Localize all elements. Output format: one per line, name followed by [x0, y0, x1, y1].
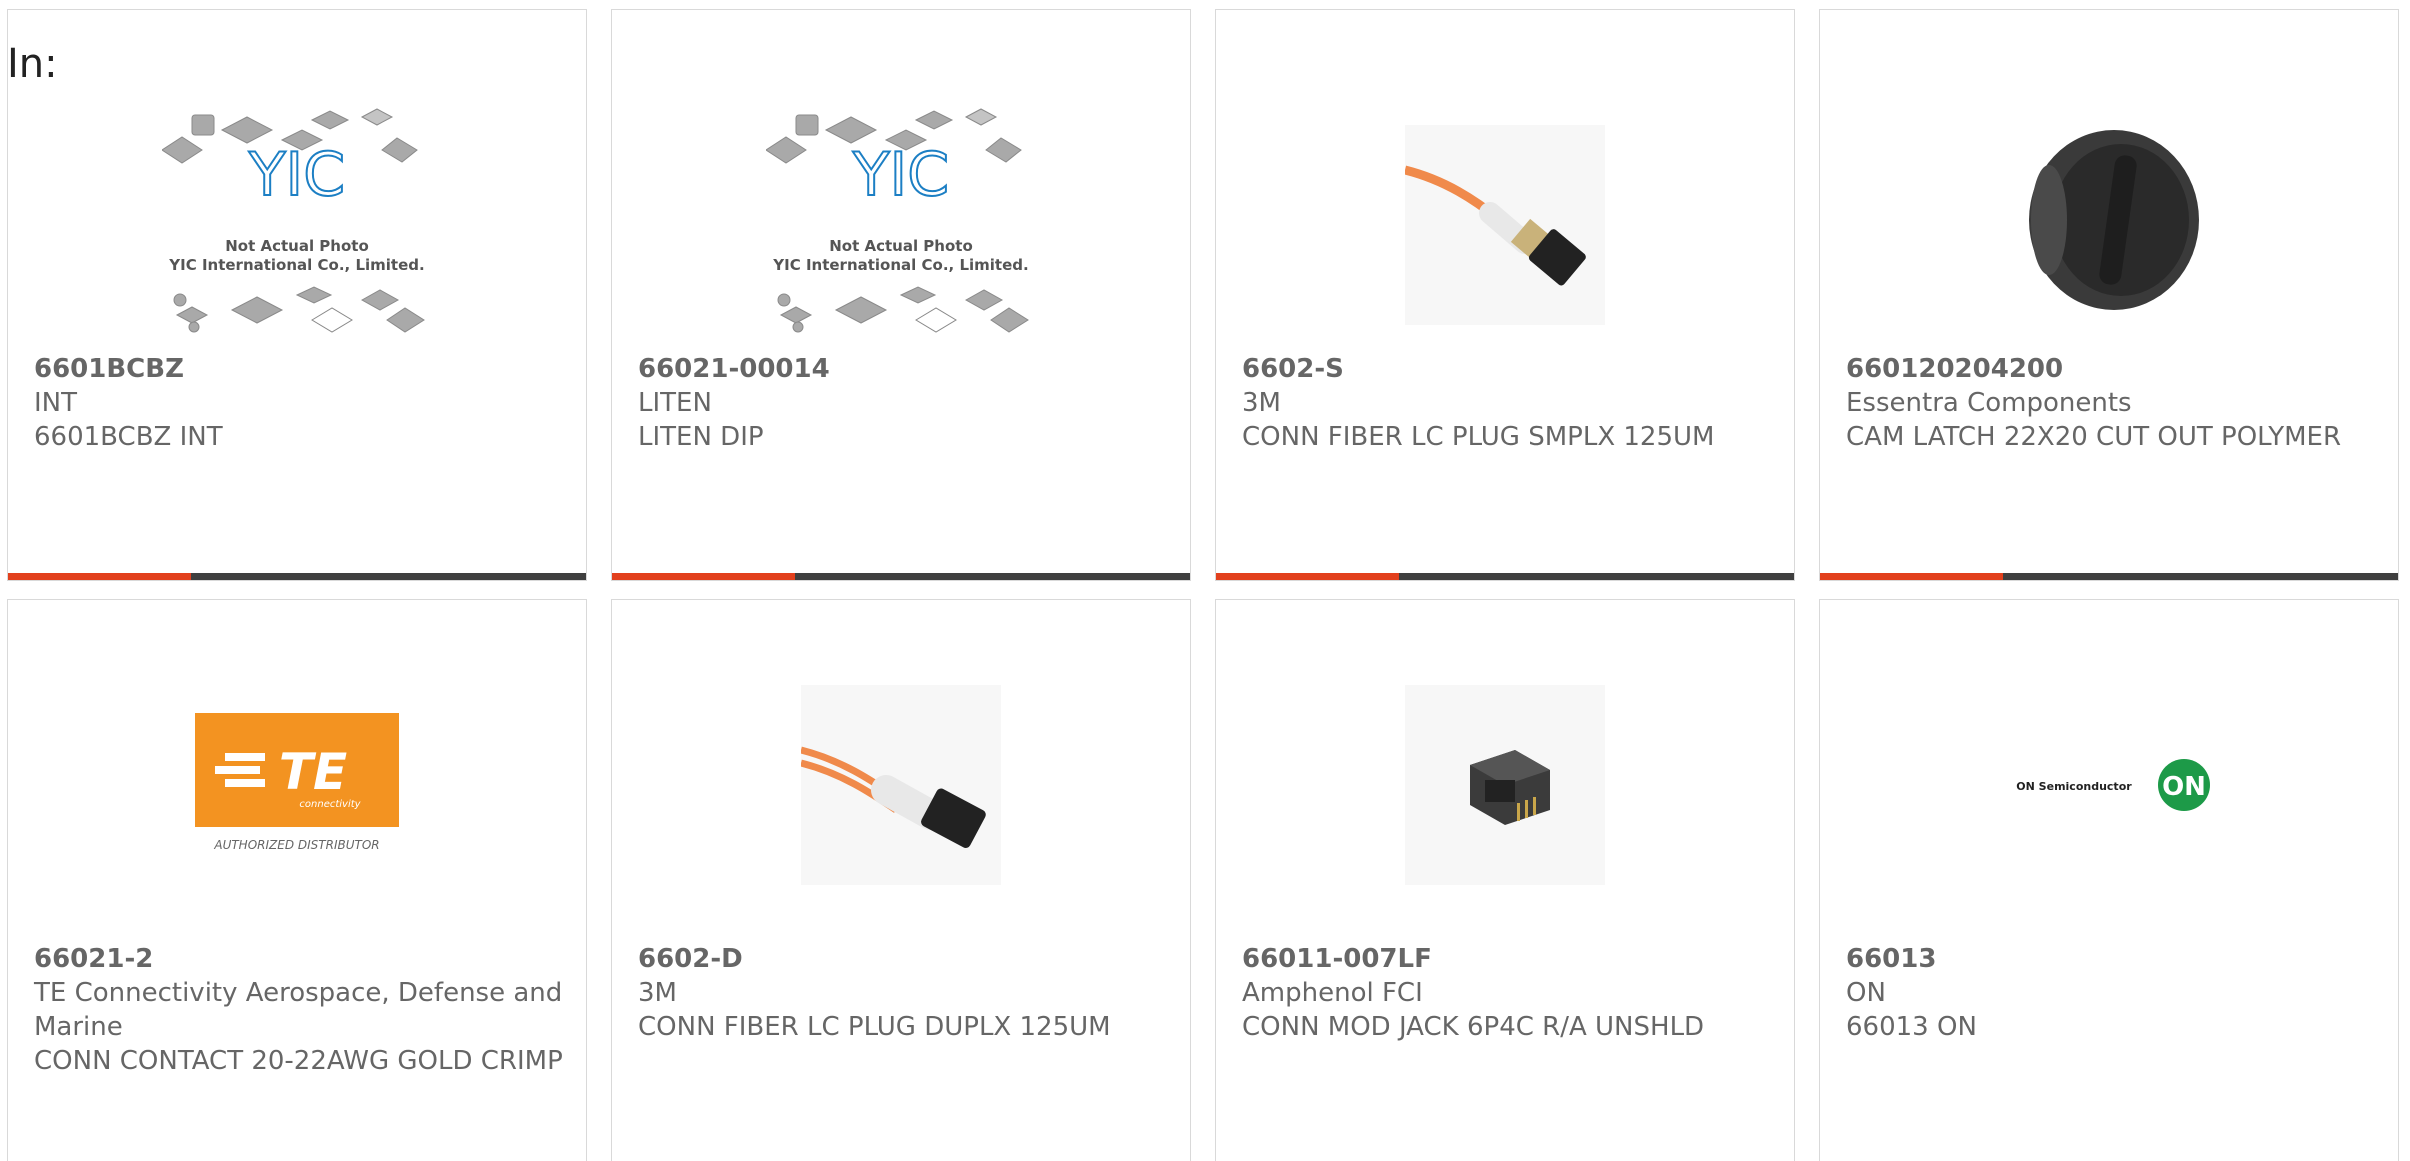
- product-info: 66013 ON 66013 ON: [1846, 942, 2376, 1044]
- description: CAM LATCH 22X20 CUT OUT POLYMER: [1846, 422, 2342, 452]
- product-card[interactable]: YIC Not Actual Photo YIC International C…: [611, 9, 1191, 581]
- part-number-link[interactable]: 66013: [1846, 942, 2376, 976]
- cam-latch-image: [2029, 130, 2199, 310]
- product-card[interactable]: YIC Not Actual Photo YIC International C…: [7, 9, 587, 581]
- svg-text:Not Actual Photo: Not Actual Photo: [225, 237, 369, 255]
- part-number-link[interactable]: 660120204200: [1846, 352, 2376, 386]
- part-number-link[interactable]: 66021-00014: [638, 352, 1168, 386]
- product-grid-page: YIC Not Actual Photo YIC International C…: [0, 0, 2410, 1161]
- svg-text:YIC International Co., Limited: YIC International Co., Limited.: [168, 256, 424, 274]
- product-image[interactable]: YIC Not Actual Photo YIC International C…: [8, 90, 586, 360]
- description: CONN MOD JACK 6P4C R/A UNSHLD: [1242, 1012, 1705, 1042]
- description: 66013 ON: [1846, 1012, 1977, 1042]
- svg-text:YIC: YIC: [248, 140, 345, 210]
- product-card[interactable]: 660120204200 Essentra Components CAM LAT…: [1819, 9, 2399, 581]
- svg-text:YIC: YIC: [852, 140, 949, 210]
- manufacturer: INT: [34, 388, 77, 418]
- accent-bar: [1216, 573, 1399, 580]
- description: CONN CONTACT 20-22AWG GOLD CRIMP: [34, 1046, 563, 1076]
- card-footer-bar: [8, 573, 586, 580]
- fiber-lc-duplex-image: [801, 685, 1001, 885]
- part-number-link[interactable]: 66011-007LF: [1242, 942, 1772, 976]
- manufacturer: ON: [1846, 978, 1886, 1008]
- part-number-link[interactable]: 6602-D: [638, 942, 1168, 976]
- product-card[interactable]: ON Semiconductor ON 66013 ON 66013 ON: [1819, 599, 2399, 1161]
- product-image[interactable]: TE connectivity AUTHORIZED DISTRIBUTOR: [8, 650, 586, 920]
- svg-text:connectivity: connectivity: [299, 799, 361, 810]
- product-info: 66021-00014 LITEN LITEN DIP: [638, 352, 1168, 454]
- te-logo-image: TE connectivity AUTHORIZED DISTRIBUTOR: [195, 713, 399, 852]
- accent-bar: [8, 573, 191, 580]
- svg-text:Not Actual Photo: Not Actual Photo: [829, 237, 973, 255]
- card-footer-bar: [1820, 573, 2398, 580]
- description: LITEN DIP: [638, 422, 764, 452]
- card-footer-bar: [1216, 573, 1794, 580]
- yic-placeholder-image: YIC Not Actual Photo YIC International C…: [766, 108, 1029, 333]
- svg-text:ON: ON: [2162, 772, 2206, 802]
- product-grid-row-2: TE connectivity AUTHORIZED DISTRIBUTOR 6…: [7, 599, 2399, 1161]
- product-image[interactable]: YIC Not Actual Photo YIC International C…: [612, 90, 1190, 360]
- part-number-link[interactable]: 6601BCBZ: [34, 352, 564, 386]
- product-image[interactable]: [1216, 650, 1794, 920]
- card-footer-bar: [612, 573, 1190, 580]
- manufacturer: TE Connectivity Aerospace, Defense and M…: [34, 978, 563, 1042]
- accent-bar: [1820, 573, 2003, 580]
- product-image[interactable]: [1820, 90, 2398, 360]
- svg-text:ON Semiconductor: ON Semiconductor: [2016, 780, 2132, 793]
- filter-in-label: In:: [7, 41, 58, 87]
- manufacturer: Amphenol FCI: [1242, 978, 1423, 1008]
- svg-text:YIC International Co., Limited: YIC International Co., Limited.: [772, 256, 1028, 274]
- product-grid: YIC Not Actual Photo YIC International C…: [7, 9, 2399, 581]
- product-info: 6602-S 3M CONN FIBER LC PLUG SMPLX 125UM: [1242, 352, 1772, 454]
- accent-bar: [612, 573, 795, 580]
- product-card[interactable]: 6602-D 3M CONN FIBER LC PLUG DUPLX 125UM: [611, 599, 1191, 1161]
- manufacturer: 3M: [1242, 388, 1281, 418]
- product-image[interactable]: [1216, 90, 1794, 360]
- product-card[interactable]: 66011-007LF Amphenol FCI CONN MOD JACK 6…: [1215, 599, 1795, 1161]
- product-info: 660120204200 Essentra Components CAM LAT…: [1846, 352, 2376, 454]
- description: CONN FIBER LC PLUG SMPLX 125UM: [1242, 422, 1715, 452]
- yic-placeholder-image: YIC Not Actual Photo YIC International C…: [162, 108, 425, 333]
- product-info: 66021-2 TE Connectivity Aerospace, Defen…: [34, 942, 564, 1078]
- product-card[interactable]: TE connectivity AUTHORIZED DISTRIBUTOR 6…: [7, 599, 587, 1161]
- manufacturer: LITEN: [638, 388, 712, 418]
- product-card[interactable]: 6602-S 3M CONN FIBER LC PLUG SMPLX 125UM: [1215, 9, 1795, 581]
- on-semi-logo-image: ON Semiconductor ON: [2016, 759, 2210, 811]
- product-info: 66011-007LF Amphenol FCI CONN MOD JACK 6…: [1242, 942, 1772, 1044]
- manufacturer: 3M: [638, 978, 677, 1008]
- part-number-link[interactable]: 66021-2: [34, 942, 564, 976]
- description: CONN FIBER LC PLUG DUPLX 125UM: [638, 1012, 1111, 1042]
- product-image[interactable]: ON Semiconductor ON: [1820, 650, 2398, 920]
- fiber-lc-simplex-image: [1405, 125, 1605, 325]
- part-number-link[interactable]: 6602-S: [1242, 352, 1772, 386]
- svg-text:TE: TE: [279, 743, 347, 801]
- product-info: 6602-D 3M CONN FIBER LC PLUG DUPLX 125UM: [638, 942, 1168, 1044]
- product-image[interactable]: [612, 650, 1190, 920]
- manufacturer: Essentra Components: [1846, 388, 2132, 418]
- svg-text:AUTHORIZED DISTRIBUTOR: AUTHORIZED DISTRIBUTOR: [213, 838, 379, 852]
- description: 6601BCBZ INT: [34, 422, 223, 452]
- modular-jack-image: [1405, 685, 1605, 885]
- product-info: 6601BCBZ INT 6601BCBZ INT: [34, 352, 564, 454]
